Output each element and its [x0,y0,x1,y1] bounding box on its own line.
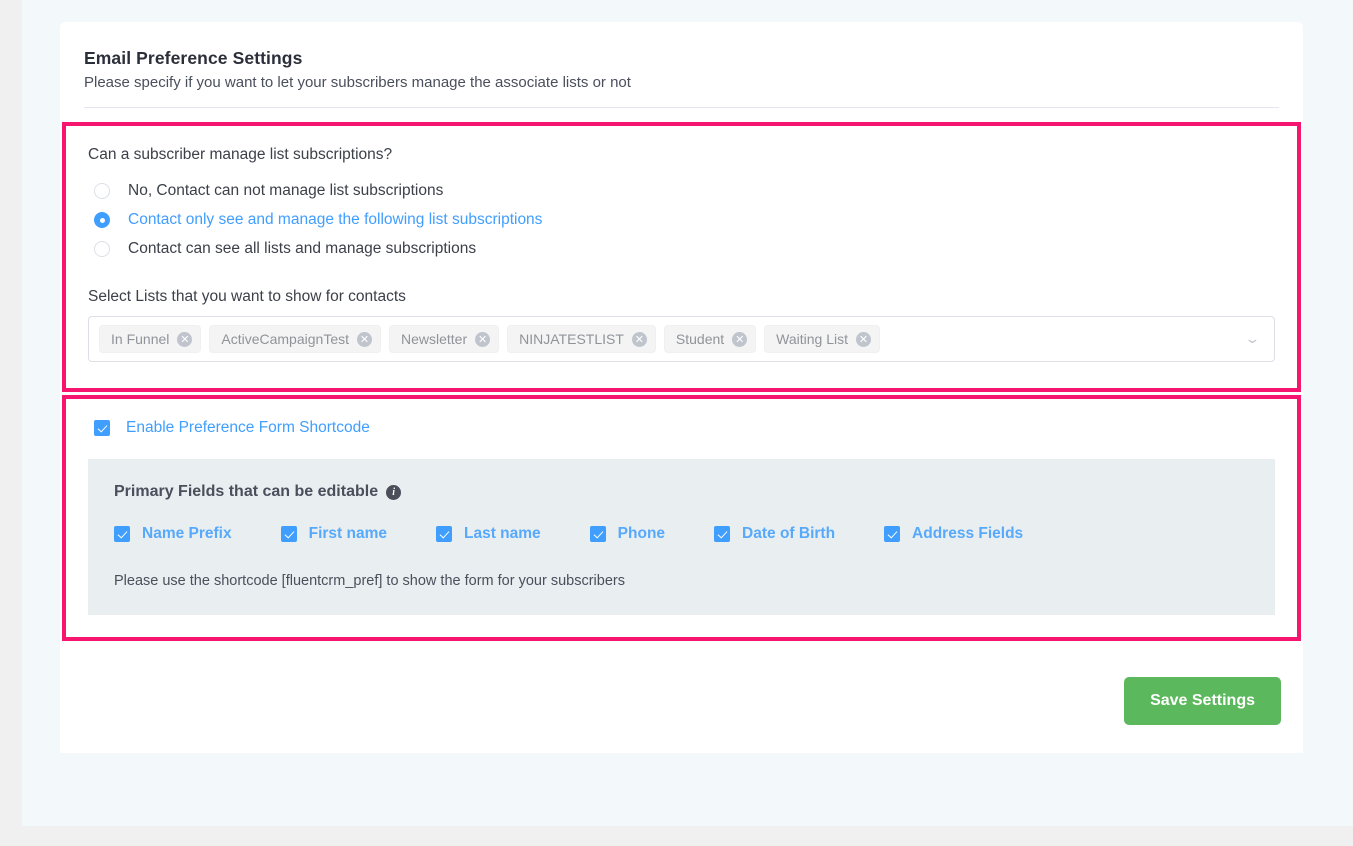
list-tag-label: ActiveCampaignTest [221,331,349,347]
selected-list-tags: In Funnel ✕ ActiveCampaignTest ✕ Newsletter ✕… [99,325,1241,353]
primary-field-checkbox[interactable]: Last name [436,525,541,543]
primary-fields-title-text: Primary Fields that can be editable [114,483,379,500]
enable-preference-form-shortcode-checkbox[interactable]: Enable Preference Form Shortcode [94,419,1275,437]
radio-unselected-icon [94,183,110,199]
shortcode-settings-section: Enable Preference Form Shortcode Primary… [62,395,1301,641]
subscription-question-label: Can a subscriber manage list subscriptio… [88,146,393,163]
checkbox-checked-icon [884,526,901,542]
primary-field-checkbox[interactable]: Address Fields [884,525,1023,543]
checkbox-checked-icon [589,526,606,542]
subscription-radio-option-0[interactable]: No, Contact can not manage list subscrip… [88,182,1275,200]
primary-field-label: Phone [617,525,666,542]
primary-field-label: Last name [464,525,541,542]
primary-field-checkbox[interactable]: First name [280,525,387,543]
list-tag-label: NINJATESTLIST [519,331,624,347]
subscription-radio-group: No, Contact can not manage list subscrip… [88,182,1275,258]
primary-field-label: Name Prefix [142,525,232,542]
list-tag-label: In Funnel [111,331,170,347]
primary-field-checkbox[interactable]: Date of Birth [714,525,835,543]
close-icon[interactable]: ✕ [732,331,748,347]
list-tag: Newsletter ✕ [389,325,500,353]
radio-selected-icon [94,212,110,228]
list-tag-label: Waiting List [776,331,849,347]
subscription-radio-option-1[interactable]: Contact only see and manage the followin… [88,211,1275,229]
subscription-radio-option-2[interactable]: Contact can see all lists and manage sub… [88,240,1275,258]
card-footer: Save Settings [60,641,1303,743]
select-lists-label: Select Lists that you want to show for c… [88,288,406,305]
card-header: Email Preference Settings Please specify… [60,22,1303,108]
close-icon[interactable]: ✕ [631,331,647,347]
info-icon[interactable]: i [386,484,402,500]
save-settings-button[interactable]: Save Settings [1124,677,1281,725]
close-icon[interactable]: ✕ [475,331,491,347]
shortcode-hint-text: Please use the shortcode [fluentcrm_pref… [114,573,625,589]
close-icon[interactable]: ✕ [357,331,372,347]
radio-unselected-icon [94,241,110,257]
list-tag: ActiveCampaignTest ✕ [209,325,381,353]
enable-shortcode-label: Enable Preference Form Shortcode [126,419,370,436]
primary-field-label: Address Fields [912,525,1024,542]
primary-field-label: Date of Birth [742,525,836,542]
primary-field-label: First name [308,525,387,542]
checkbox-checked-icon [94,420,110,436]
close-icon[interactable]: ✕ [856,331,872,347]
list-multiselect[interactable]: In Funnel ✕ ActiveCampaignTest ✕ Newsletter ✕… [88,316,1275,362]
subscription-radio-label: No, Contact can not manage list subscrip… [128,182,444,199]
subscription-radio-label: Contact only see and manage the followin… [128,211,543,228]
list-tag: NINJATESTLIST ✕ [507,325,656,353]
primary-field-checkbox[interactable]: Phone [589,525,666,543]
checkbox-checked-icon [114,526,130,542]
subscription-settings-section: Can a subscriber manage list subscriptio… [62,122,1301,392]
subscription-radio-label: Contact can see all lists and manage sub… [128,240,477,257]
list-tag: Waiting List ✕ [764,325,881,353]
chevron-down-icon[interactable]: ⌄ [1235,331,1269,347]
primary-field-checkbox[interactable]: Name Prefix [114,525,232,543]
page-title: Email Preference Settings [84,48,303,68]
list-tag-label: Newsletter [401,331,468,347]
checkbox-checked-icon [280,526,297,542]
list-tag: In Funnel ✕ [99,325,202,353]
close-icon[interactable]: ✕ [177,331,193,347]
page-subtitle: Please specify if you want to let your s… [84,74,631,91]
primary-fields-panel: Primary Fields that can be editable i Na… [88,459,1275,615]
checkbox-checked-icon [714,526,731,542]
header-divider [84,107,1279,108]
primary-fields-title: Primary Fields that can be editable i [114,483,1249,501]
checkbox-checked-icon [436,526,452,542]
email-preference-settings-card: Email Preference Settings Please specify… [60,22,1303,753]
primary-field-checkbox-group: Name Prefix First name Last name Phone Date … [114,525,1249,543]
list-tag-label: Student [675,331,725,347]
list-tag: Student ✕ [663,325,757,353]
